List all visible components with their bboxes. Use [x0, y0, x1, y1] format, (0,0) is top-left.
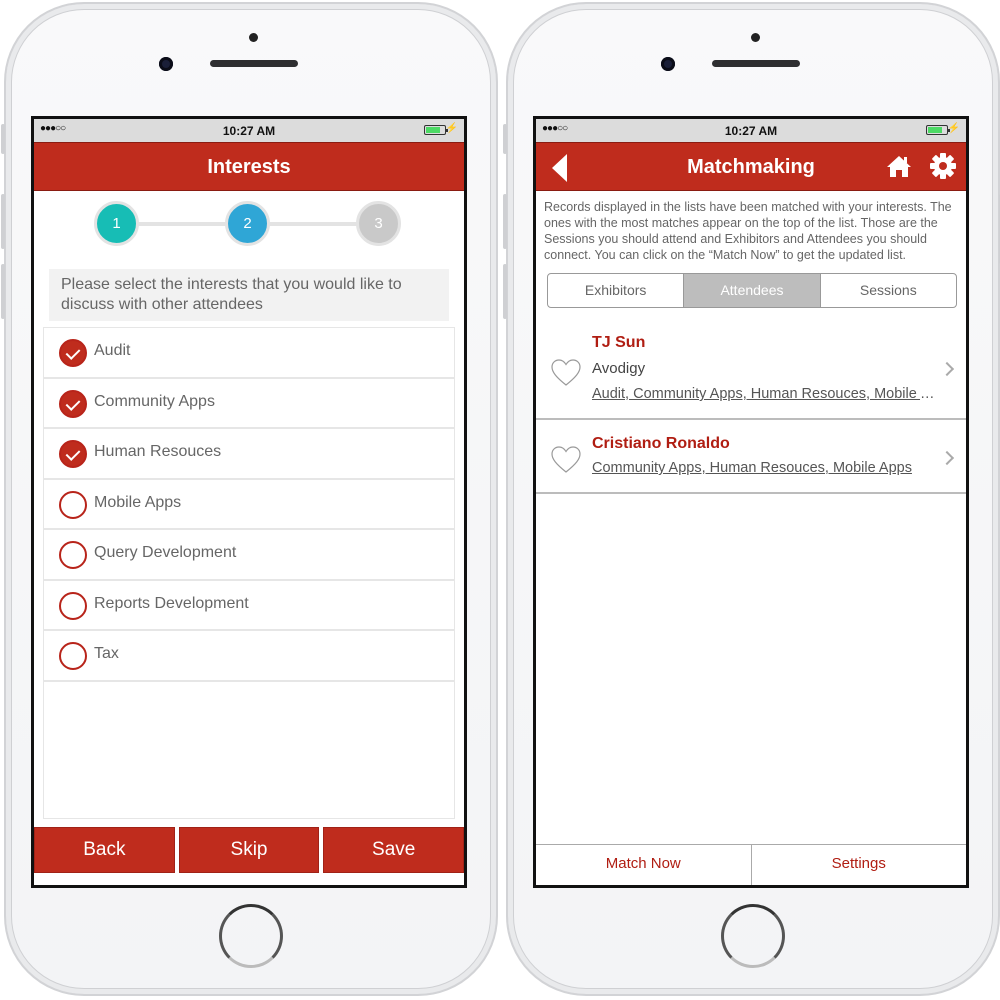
match-now-button[interactable]: Match Now	[536, 845, 752, 885]
interests-screen: ●●●○○ 10:27 AM ⚡ Interests 1 2 3 Please …	[31, 116, 467, 888]
progress-stepper: 1 2 3	[34, 191, 464, 257]
interest-label: Query Development	[94, 544, 237, 561]
interest-list: Audit Community Apps Human Resouces Mobi…	[43, 327, 455, 819]
interest-label: Mobile Apps	[94, 493, 182, 511]
earpiece-speaker	[712, 60, 800, 67]
interest-item-reports-development[interactable]: Reports Development	[44, 581, 454, 631]
status-time: 10:27 AM	[724, 124, 778, 138]
home-button[interactable]	[721, 904, 785, 968]
heart-icon[interactable]	[550, 445, 582, 475]
sensor-icon	[249, 33, 258, 42]
interest-label: Community Apps	[94, 392, 215, 410]
tab-sessions[interactable]: Sessions	[821, 274, 956, 307]
home-button[interactable]	[219, 904, 283, 968]
matchmaking-info-text: Records displayed in the lists have been…	[544, 200, 952, 262]
attendee-interests-link[interactable]: Community Apps, Human Resouces, Mobile A…	[592, 460, 944, 476]
step-1[interactable]: 1	[94, 201, 139, 246]
attendee-interests-link[interactable]: Audit, Community Apps, Human Resouces, M…	[592, 386, 944, 402]
mute-switch	[1, 124, 5, 154]
phone-frame-right: ●●●○○ 10:27 AM ⚡ Matchmaking Records dis…	[503, 2, 1000, 996]
front-camera-icon	[159, 57, 173, 71]
page-title: Interests	[207, 156, 291, 178]
attendee-company: Avodigy	[592, 360, 646, 377]
interest-item-human-resources[interactable]: Human Resouces	[44, 429, 454, 480]
interest-item-audit[interactable]: Audit	[44, 328, 454, 379]
skip-button[interactable]: Skip	[178, 827, 320, 873]
earpiece-speaker	[210, 60, 298, 67]
save-button[interactable]: Save	[323, 827, 464, 873]
step-3[interactable]: 3	[356, 201, 401, 246]
checkbox-checked-icon[interactable]	[59, 339, 87, 367]
checkbox-checked-icon[interactable]	[59, 389, 87, 418]
home-icon[interactable]	[886, 154, 912, 178]
footer-buttons: Back Skip Save	[34, 827, 464, 873]
interest-label: Tax	[94, 645, 119, 662]
interest-label: Audit	[94, 342, 131, 359]
front-camera-icon	[661, 57, 675, 71]
heart-icon[interactable]	[550, 358, 582, 388]
segmented-tabs: Exhibitors Attendees Sessions	[547, 273, 957, 308]
status-time: 10:27 AM	[222, 124, 276, 138]
interest-item-mobile-apps[interactable]: Mobile Apps	[44, 480, 454, 530]
charging-icon: ⚡	[947, 123, 960, 134]
phone-frame-left: ●●●○○ 10:27 AM ⚡ Interests 1 2 3 Please …	[1, 2, 498, 996]
volume-down-button	[503, 264, 507, 319]
battery-icon	[926, 125, 950, 135]
tab-exhibitors[interactable]: Exhibitors	[548, 274, 685, 307]
checkbox-unchecked-icon[interactable]	[59, 591, 87, 620]
checkbox-checked-icon[interactable]	[59, 440, 87, 468]
interest-item-query-development[interactable]: Query Development	[44, 530, 454, 581]
charging-icon: ⚡	[445, 123, 458, 134]
interest-item-tax[interactable]: Tax	[44, 631, 454, 682]
nav-bar: Interests	[34, 142, 464, 191]
instructions-text: Please select the interests that you wou…	[49, 269, 449, 321]
settings-button[interactable]: Settings	[751, 845, 966, 885]
interest-label: Reports Development	[94, 594, 249, 612]
checkbox-unchecked-icon[interactable]	[59, 541, 87, 569]
status-bar: ●●●○○ 10:27 AM ⚡	[536, 119, 966, 142]
back-button[interactable]: Back	[34, 827, 175, 873]
interest-label: Human Resouces	[94, 443, 222, 460]
step-2[interactable]: 2	[225, 201, 270, 246]
volume-up-button	[503, 194, 507, 249]
attendee-name: Cristiano Ronaldo	[592, 435, 730, 452]
attendee-row[interactable]: TJ Sun Avodigy Audit, Community Apps, Hu…	[536, 320, 966, 420]
sensor-icon	[751, 33, 760, 42]
attendee-name: TJ Sun	[592, 334, 646, 351]
status-bar: ●●●○○ 10:27 AM ⚡	[34, 119, 464, 142]
bottom-toolbar: Match Now Settings	[536, 844, 966, 885]
nav-bar: Matchmaking	[536, 142, 966, 191]
chevron-right-icon	[939, 361, 955, 377]
attendee-list: TJ Sun Avodigy Audit, Community Apps, Hu…	[536, 320, 966, 494]
interest-item-community-apps[interactable]: Community Apps	[44, 379, 454, 429]
checkbox-unchecked-icon[interactable]	[59, 642, 87, 670]
tab-attendees[interactable]: Attendees	[684, 274, 821, 307]
matchmaking-screen: ●●●○○ 10:27 AM ⚡ Matchmaking Records dis…	[533, 116, 969, 888]
battery-icon	[424, 125, 448, 135]
checkbox-unchecked-icon[interactable]	[59, 490, 87, 519]
attendee-row[interactable]: Cristiano Ronaldo Community Apps, Human …	[536, 420, 966, 494]
mute-switch	[503, 124, 507, 154]
volume-up-button	[1, 194, 5, 249]
volume-down-button	[1, 264, 5, 319]
gear-icon[interactable]	[930, 153, 956, 179]
